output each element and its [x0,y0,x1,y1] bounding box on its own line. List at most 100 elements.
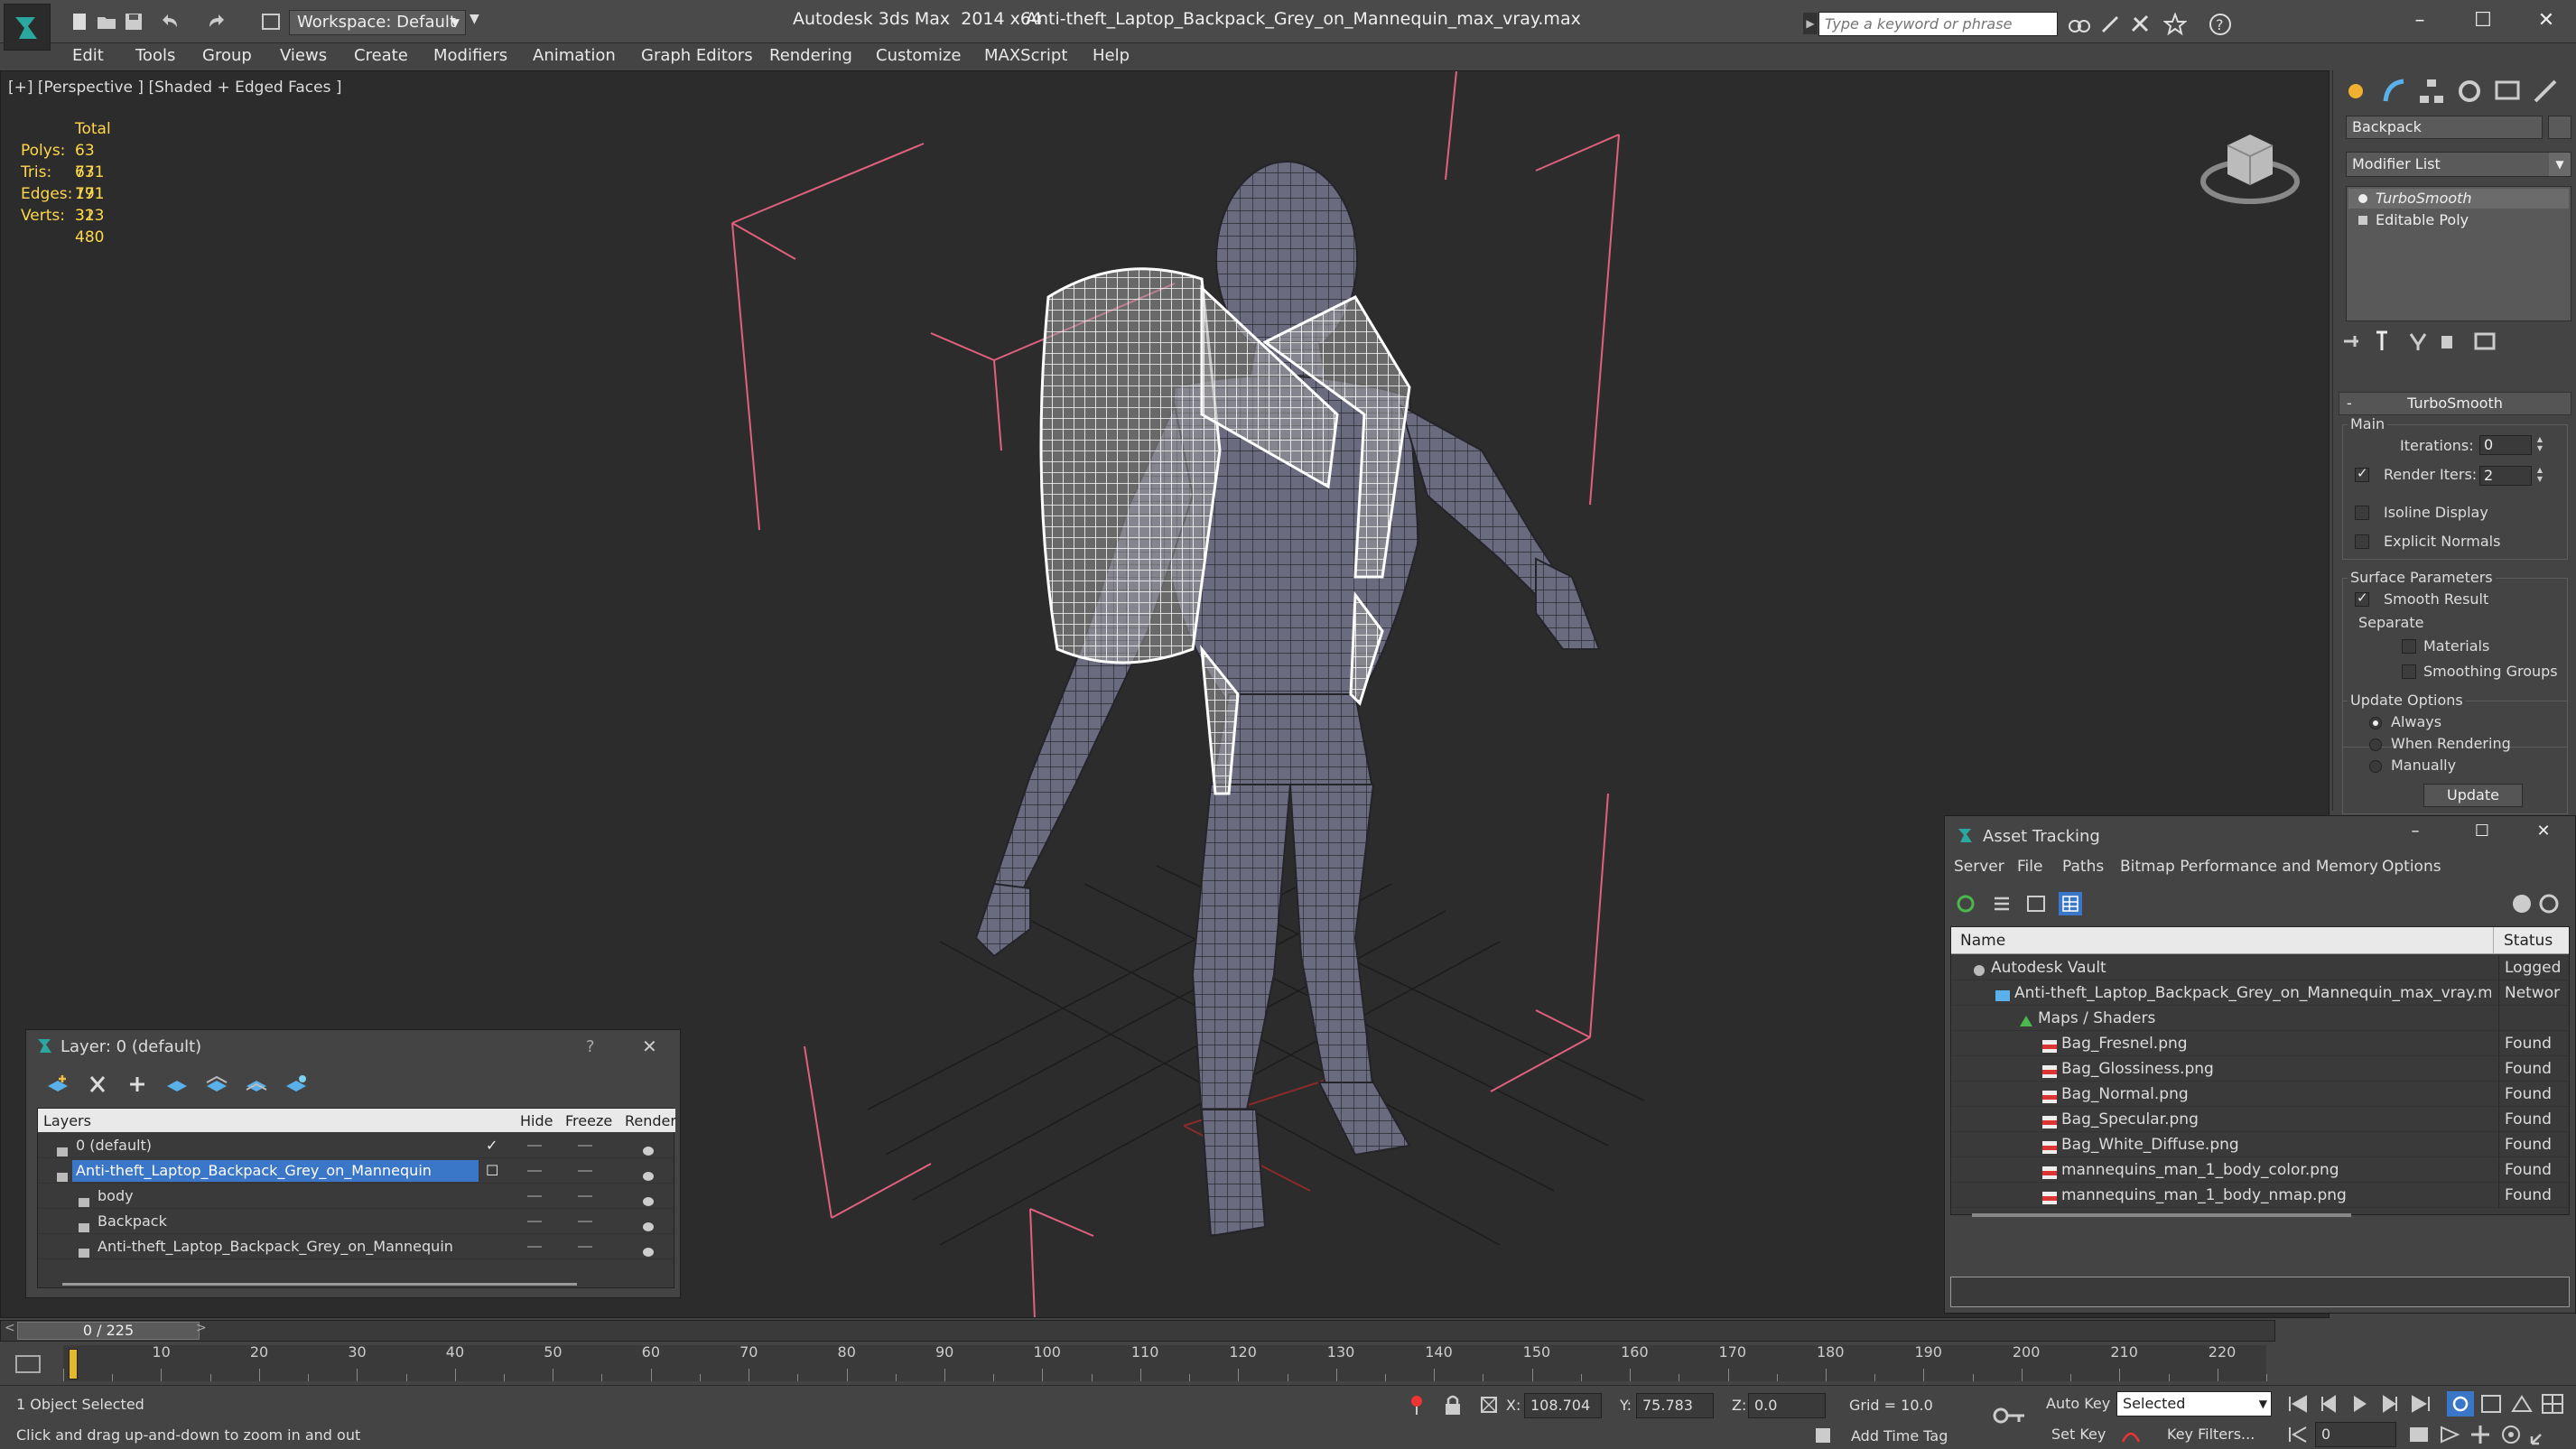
communication-center-icon[interactable] [2098,13,2122,36]
z-coord-field[interactable]: 0.0 [1748,1393,1826,1418]
highlight-selected-icon[interactable] [203,1072,230,1097]
maximize-toggle-icon[interactable] [2528,1422,2555,1447]
horizontal-scrollbar[interactable] [62,1283,577,1286]
explicit-normals-checkbox[interactable] [2355,534,2369,549]
binoculars-icon[interactable] [2068,13,2091,36]
field-of-view-icon[interactable] [2508,1391,2535,1416]
column-render-header[interactable]: Render [625,1112,676,1129]
minimize-button[interactable]: – [2393,816,2438,847]
menu-tools[interactable]: Tools [135,46,175,65]
workspace-dropdown[interactable]: Workspace: Default ▼ [289,10,466,35]
new-file-icon[interactable] [69,11,90,33]
render-iters-checkbox[interactable] [2355,465,2369,482]
previous-frame-icon[interactable] [2315,1391,2342,1416]
render-iters-spinner[interactable]: 2 [2479,466,2532,486]
time-configuration-icon[interactable] [2405,1422,2432,1447]
menu-customize[interactable]: Customize [876,46,961,65]
asset-row[interactable]: Bag_Glossiness.png Found [1951,1056,2569,1082]
render-teapot-icon[interactable] [641,1165,656,1181]
orbit-icon[interactable] [2497,1422,2525,1447]
default-in-out-tangents-icon[interactable] [2120,1424,2142,1445]
search-expand-icon[interactable]: ▶ [1803,13,1818,34]
slider-next-icon[interactable]: > [196,1321,207,1335]
make-unique-icon[interactable] [2405,329,2431,354]
freeze-toggle[interactable] [578,1221,592,1222]
isolate-selection-icon[interactable] [1407,1393,1427,1416]
freeze-toggle[interactable] [578,1195,592,1197]
open-file-icon[interactable] [96,11,117,33]
materials-checkbox[interactable] [2402,639,2416,654]
freeze-toggle[interactable] [578,1145,592,1147]
render-teapot-icon[interactable] [641,1190,656,1206]
asset-menu-bitmap-performance[interactable]: Bitmap Performance and Memory [2120,858,2378,876]
settings-icon[interactable] [2537,892,2561,915]
exchange-icon[interactable] [2129,13,2153,36]
project-folder-icon[interactable] [260,11,282,33]
show-end-result-icon[interactable] [2369,329,2395,354]
configure-modifier-sets-icon[interactable] [2472,329,2497,354]
stack-item-turbosmooth[interactable]: TurboSmooth [2348,189,2569,209]
display-tab-icon[interactable] [2492,76,2528,107]
mini-curve-editor-icon[interactable] [14,1352,42,1376]
track-bar[interactable]: 10 20 30 40 50 60 70 80 90 100 110 120 130 140 150 160 1… [63,1343,2267,1381]
hide-toggle[interactable] [527,1170,542,1172]
current-layer-check-icon[interactable]: ✓ [486,1138,500,1153]
time-slider-thumb[interactable]: 0 / 225 [17,1322,200,1340]
column-freeze-header[interactable]: Freeze [565,1112,612,1129]
render-teapot-icon[interactable] [641,1139,656,1156]
column-layers-header[interactable]: Layers [43,1112,91,1129]
help-icon[interactable]: ? [2209,13,2232,36]
remove-modifier-icon[interactable] [2434,329,2460,354]
time-slider[interactable]: < 0 / 225 > [0,1320,2275,1342]
menu-help[interactable]: Help [1093,46,1130,65]
add-to-layer-icon[interactable] [124,1072,151,1097]
asset-row[interactable]: Bag_Specular.png Found [1951,1107,2569,1132]
time-tag-icon[interactable] [1813,1426,1833,1445]
current-frame-field[interactable]: 0 [2315,1422,2396,1447]
object-name-field[interactable]: Backpack [2346,116,2543,139]
pin-stack-icon[interactable] [2339,329,2364,354]
help-icon[interactable] [2510,892,2534,915]
maximize-button[interactable]: ☐ [2460,816,2505,847]
asset-row[interactable]: Anti-theft_Laptop_Backpack_Grey_on_Manne… [1951,980,2569,1006]
next-frame-icon[interactable] [2376,1391,2404,1416]
freeze-unfreeze-layers-icon[interactable] [283,1072,310,1097]
create-tab-sun-icon[interactable] [2340,76,2376,107]
smooth-result-checkbox[interactable] [2355,590,2369,607]
x-coord-field[interactable]: 108.704 [1524,1393,1602,1418]
minimize-button[interactable]: – [2397,5,2442,36]
freeze-toggle[interactable] [578,1170,592,1172]
go-to-start-icon[interactable] [2284,1391,2311,1416]
thumbnail-view-icon[interactable] [2024,892,2048,915]
key-filters-button[interactable]: Key Filters... [2167,1426,2255,1443]
menu-graph-editors[interactable]: Graph Editors [641,46,753,65]
redo-icon[interactable] [206,11,228,33]
update-button[interactable]: Update [2423,784,2523,807]
hide-toggle[interactable] [527,1246,542,1248]
go-to-end-icon[interactable] [2407,1391,2434,1416]
auto-key-button[interactable]: Auto Key [2046,1395,2110,1412]
add-time-tag-button[interactable]: Add Time Tag [1851,1427,1948,1444]
modify-tab-icon[interactable] [2378,76,2414,107]
layer-row[interactable]: Backpack [38,1209,675,1234]
layer-row[interactable]: Anti-theft_Laptop_Backpack_Grey_on_Manne… [38,1158,675,1184]
hierarchy-tab-icon[interactable] [2416,76,2452,107]
isoline-display-checkbox[interactable] [2355,506,2369,520]
app-logo-icon[interactable] [4,4,51,51]
menu-modifiers[interactable]: Modifiers [433,46,507,65]
menu-edit[interactable]: Edit [72,46,104,65]
pan-view-icon[interactable] [2467,1422,2494,1447]
absolute-mode-transform-icon[interactable] [1479,1393,1499,1416]
favorites-star-icon[interactable] [2162,12,2188,36]
horizontal-scrollbar[interactable] [1972,1213,2351,1217]
spinner-arrows-icon[interactable]: ▲ ▼ [2534,466,2546,486]
list-view-icon[interactable] [1990,892,2013,915]
refresh-icon[interactable] [1954,892,1977,915]
workspace-expand-icon[interactable]: ▼ [470,12,486,33]
column-name-header[interactable]: Name [1960,932,2005,950]
iterations-spinner[interactable]: 0 [2479,435,2532,455]
y-coord-field[interactable]: 75.783 [1636,1393,1714,1418]
column-status-header[interactable]: Status [2504,932,2553,950]
slider-prev-icon[interactable]: < [5,1321,15,1335]
menu-rendering[interactable]: Rendering [769,46,852,65]
